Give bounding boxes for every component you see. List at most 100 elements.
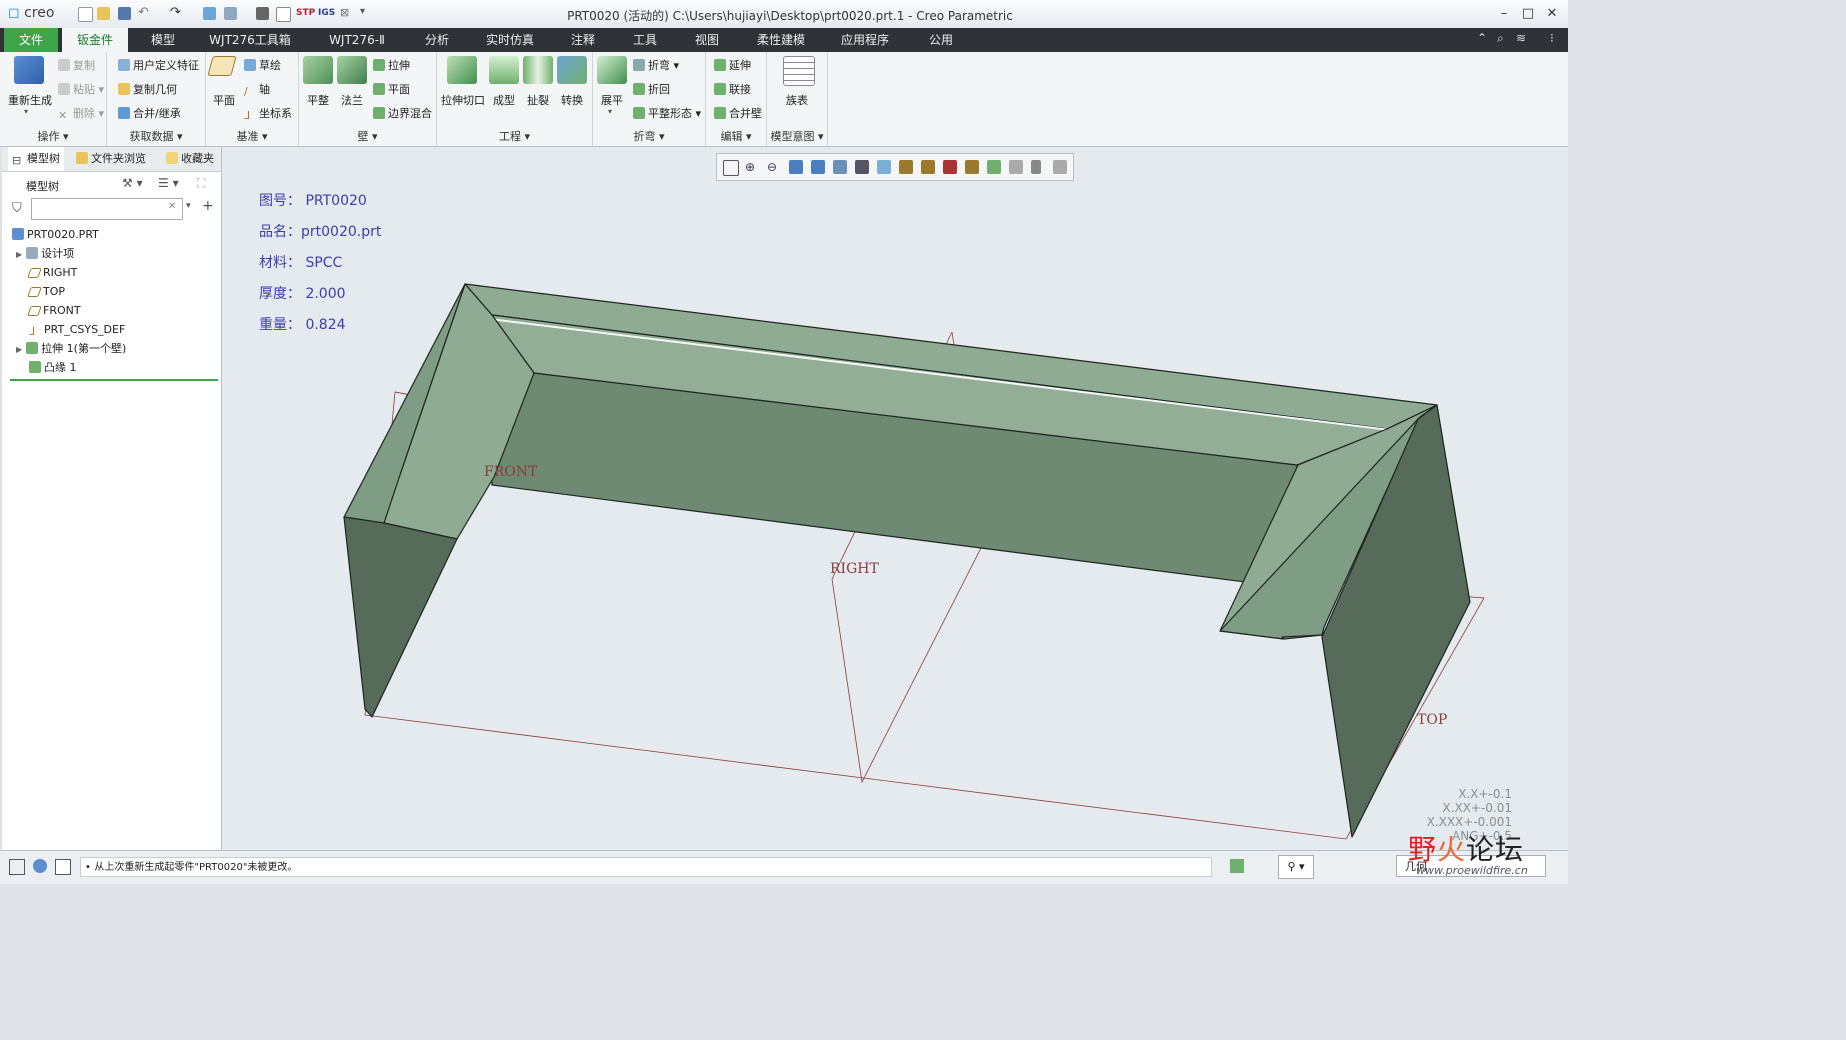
unbend-icon[interactable] — [597, 56, 627, 84]
tab-applications[interactable]: 应用程序 — [830, 28, 900, 52]
convert-button[interactable]: 转换 — [555, 92, 589, 108]
flat-wall-icon[interactable] — [303, 56, 333, 84]
chevron-down-icon[interactable]: ▾ — [186, 201, 191, 211]
planar-wall-button[interactable]: 平面 — [373, 81, 410, 97]
windows-icon[interactable] — [224, 7, 237, 20]
tab-folder-browser[interactable]: 文件夹浏览器 — [72, 147, 158, 171]
group-label-wall[interactable]: 壁 ▾ — [299, 128, 436, 144]
form-button[interactable]: 成型 — [487, 92, 521, 108]
add-icon[interactable]: + — [202, 198, 214, 214]
clear-search-icon[interactable]: ✕ — [168, 201, 176, 212]
extend-button[interactable]: 延伸 — [714, 57, 751, 73]
tab-model[interactable]: 模型 — [136, 28, 190, 52]
group-label-engineering[interactable]: 工程 ▾ — [437, 128, 592, 144]
group-label-edit[interactable]: 编辑 ▾ — [706, 128, 766, 144]
tab-analysis[interactable]: 分析 — [414, 28, 460, 52]
axis-button[interactable]: / 轴 — [244, 81, 270, 98]
regenerate-icon[interactable] — [203, 7, 216, 20]
udf-button[interactable]: 用户定义特征 — [118, 57, 199, 73]
model-viewport[interactable]: FRONT RIGHT TOP — [222, 147, 1568, 850]
flange-button[interactable]: 法兰 — [335, 92, 369, 108]
boundary-blend-button[interactable]: 边界混合 — [373, 105, 432, 121]
flat-pattern-button[interactable]: 平整形态 ▾ — [633, 105, 701, 121]
tree-item-part[interactable]: PRT0020.PRT — [12, 225, 99, 244]
tab-model-tree[interactable]: ⊟ 模型树 — [8, 147, 64, 171]
customize-toolbar-icon[interactable]: ▾ — [360, 6, 365, 17]
delete-button[interactable]: ✕ 删除 ▾ — [58, 105, 104, 122]
toggle-navigator-icon[interactable] — [9, 859, 25, 875]
insert-indicator[interactable] — [10, 379, 218, 381]
sheetmetal-part[interactable] — [343, 283, 1471, 838]
expand-icon[interactable]: ▶ — [16, 250, 22, 259]
plane-button[interactable]: 平面 — [208, 92, 240, 108]
tab-flexible-modeling[interactable]: 柔性建模 — [746, 28, 816, 52]
tab-wjt276-toolbox[interactable]: WJT276工具箱 — [200, 28, 300, 52]
graphics-window[interactable]: ⊕ ⊖ 图号： PRT0020 品名：prt0020.prt 材料： SPCC … — [222, 147, 1568, 850]
close-icon[interactable]: ⊠ — [340, 6, 349, 19]
group-label-datum[interactable]: 基准 ▾ — [206, 128, 298, 144]
find-icon[interactable]: ⚲ ▾ — [1278, 855, 1314, 879]
group-label-bend[interactable]: 折弯 ▾ — [593, 128, 705, 144]
browser-icon[interactable] — [33, 859, 47, 873]
group-label-operations[interactable]: 操作 ▾ — [0, 128, 106, 144]
show-icon[interactable]: ☰ ▾ — [158, 176, 179, 190]
maximize-button[interactable]: □ — [1518, 6, 1538, 21]
paste-button[interactable]: 粘贴 ▾ — [58, 81, 104, 97]
tree-search-input[interactable] — [31, 198, 183, 220]
flat-wall-button[interactable]: 平整 — [301, 92, 335, 108]
bend-button[interactable]: 折弯 ▾ — [633, 57, 679, 73]
group-label-model-intent[interactable]: 模型意图 ▾ — [767, 128, 827, 144]
group-label-get-data[interactable]: 获取数据 ▾ — [107, 128, 205, 144]
merge-inherit-button[interactable]: 合并/继承 — [118, 105, 181, 121]
convert-icon[interactable] — [557, 56, 587, 84]
tab-common[interactable]: 公用 — [916, 28, 966, 52]
close-window-icon[interactable] — [256, 7, 269, 20]
tab-file[interactable]: 文件 — [4, 28, 58, 52]
datum-label-front[interactable]: FRONT — [484, 464, 538, 480]
rip-button[interactable]: 扯裂 — [521, 92, 555, 108]
chevron-down-icon[interactable]: ▾ — [608, 107, 612, 116]
merge-wall-button[interactable]: 合并壁 — [714, 105, 762, 121]
plane-icon[interactable] — [207, 56, 237, 76]
save-icon[interactable] — [118, 7, 131, 20]
extrude-cut-icon[interactable] — [447, 56, 477, 84]
open-file-icon[interactable] — [97, 7, 110, 20]
tab-annotate[interactable]: 注释 — [560, 28, 606, 52]
family-table-button[interactable]: 族表 — [777, 92, 817, 108]
close-button[interactable]: ✕ — [1542, 6, 1562, 21]
chevron-down-icon[interactable]: ▾ — [24, 107, 28, 116]
datum-label-top[interactable]: TOP — [1417, 712, 1447, 728]
tree-item-flange-1[interactable]: 凸缘 1 — [29, 358, 77, 377]
tab-realtime-sim[interactable]: 实时仿真 — [476, 28, 544, 52]
more-icon[interactable]: ⁝ — [1550, 31, 1554, 45]
form-icon[interactable] — [489, 56, 519, 84]
tab-sheetmetal[interactable]: 钣金件 — [62, 28, 128, 52]
family-table-icon[interactable] — [783, 56, 815, 86]
expand-icon[interactable]: ▶ — [16, 345, 22, 354]
extrude-cut-button[interactable]: 拉伸切口 — [439, 92, 487, 108]
tree-item-front[interactable]: FRONT — [27, 301, 81, 320]
regenerate-button[interactable]: 重新生成 — [6, 92, 54, 108]
copy-button[interactable]: 复制 — [58, 57, 95, 73]
bend-back-button[interactable]: 折回 — [633, 81, 670, 97]
tab-tools[interactable]: 工具 — [622, 28, 668, 52]
iges-export-icon[interactable]: IGS — [318, 8, 335, 18]
new-file-icon[interactable] — [78, 7, 93, 22]
csys-button[interactable]: ⅃ 坐标系 — [244, 105, 292, 122]
tree-item-design-items[interactable]: ▶ 设计项 — [16, 244, 74, 263]
join-button[interactable]: 联接 — [714, 81, 751, 97]
sketch-button[interactable]: 草绘 — [244, 57, 281, 73]
extrude-wall-button[interactable]: 拉伸 — [373, 57, 410, 73]
regen-status-icon[interactable] — [1230, 859, 1244, 873]
tab-favorites[interactable]: 收藏夹 — [162, 147, 218, 171]
minimize-button[interactable]: – — [1494, 6, 1514, 21]
undo-icon[interactable]: ↶ — [138, 5, 149, 20]
unbend-button[interactable]: 展平 — [595, 92, 629, 108]
tab-wjt276-ii[interactable]: WJT276-Ⅱ — [312, 28, 402, 52]
tree-filter-icon[interactable]: ⛶ — [197, 176, 205, 191]
tab-view[interactable]: 视图 — [684, 28, 730, 52]
tree-item-top[interactable]: TOP — [27, 282, 65, 301]
datum-label-right[interactable]: RIGHT — [830, 561, 879, 577]
filter-icon[interactable]: ⛉ — [12, 201, 22, 216]
rip-icon[interactable] — [523, 56, 553, 84]
